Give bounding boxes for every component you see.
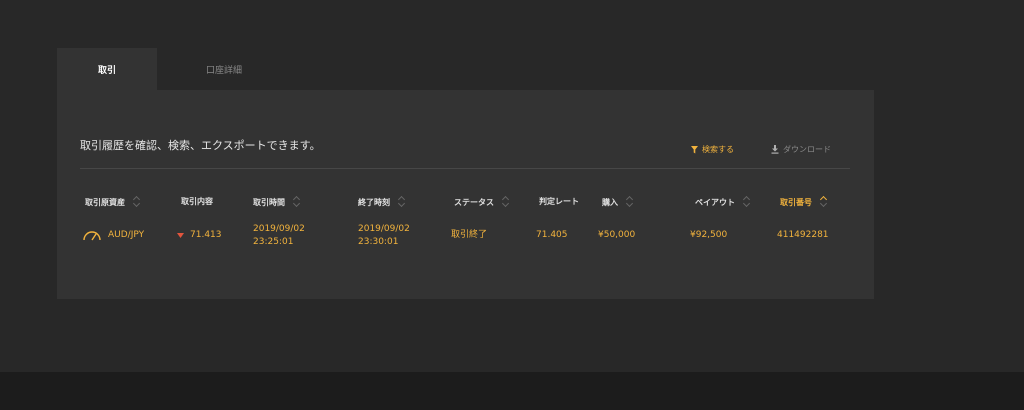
- column-header-end-time[interactable]: 終了時刻: [358, 196, 406, 208]
- gauge-icon: [83, 231, 101, 241]
- column-header-status[interactable]: ステータス: [454, 196, 510, 208]
- sort-icon: [626, 196, 634, 208]
- column-header-judge-rate: 判定レート: [539, 196, 579, 207]
- download-button-label: ダウンロード: [783, 145, 831, 154]
- tab-bar: 取引 口座詳細: [57, 48, 291, 90]
- sort-icon: [398, 196, 406, 208]
- column-header-label: 取引原資産: [85, 197, 125, 207]
- column-header-trade-time[interactable]: 取引時間: [253, 196, 301, 208]
- tab-trades[interactable]: 取引: [57, 48, 157, 90]
- column-header-purchase[interactable]: 購入: [602, 196, 634, 208]
- sort-icon: [820, 196, 828, 208]
- page-description: 取引履歴を確認、検索、エクスポートできます。: [80, 139, 321, 152]
- tab-account-details[interactable]: 口座詳細: [157, 48, 291, 90]
- trade-date: 2019/09/02: [253, 224, 305, 234]
- judge-rate: 71.405: [536, 230, 568, 240]
- download-button[interactable]: ダウンロード: [771, 144, 831, 155]
- divider: [80, 168, 850, 169]
- column-header-label: 取引番号: [780, 197, 812, 207]
- column-header-label: ステータス: [454, 197, 494, 207]
- download-icon: [771, 145, 779, 154]
- trade-content-rate: 71.413: [190, 230, 222, 240]
- column-header-content: 取引内容: [181, 196, 213, 207]
- column-header-label: 判定レート: [539, 197, 579, 206]
- column-header-label: 購入: [602, 197, 618, 207]
- trade-time: 23:25:01: [253, 237, 294, 247]
- column-header-label: 取引時間: [253, 197, 285, 207]
- footer-band: [0, 372, 1024, 410]
- trade-asset: AUD/JPY: [108, 230, 145, 240]
- trade-id[interactable]: 411492281: [777, 228, 829, 242]
- column-header-label: 終了時刻: [358, 197, 390, 207]
- sort-icon: [502, 196, 510, 208]
- sort-icon: [743, 196, 751, 208]
- trade-status: 取引終了: [451, 230, 488, 240]
- sort-icon: [133, 196, 141, 208]
- search-button-label: 検索する: [702, 145, 734, 154]
- down-arrow-icon: [177, 233, 184, 238]
- column-header-asset[interactable]: 取引原資産: [85, 196, 141, 208]
- payout-amount: ¥92,500: [690, 230, 728, 240]
- filter-icon: [691, 145, 698, 153]
- trade-history-panel: 取引履歴を確認、検索、エクスポートできます。 検索する ダウンロード 取引原資産…: [57, 90, 874, 299]
- column-header-label: ペイアウト: [695, 197, 735, 207]
- sort-icon: [293, 196, 301, 208]
- search-button[interactable]: 検索する: [691, 144, 734, 155]
- column-header-trade-id[interactable]: 取引番号: [780, 196, 828, 208]
- end-time: 23:30:01: [358, 237, 399, 247]
- end-date: 2019/09/02: [358, 224, 410, 234]
- purchase-amount: ¥50,000: [598, 230, 636, 240]
- column-header-payout[interactable]: ペイアウト: [695, 196, 751, 208]
- column-header-label: 取引内容: [181, 197, 213, 206]
